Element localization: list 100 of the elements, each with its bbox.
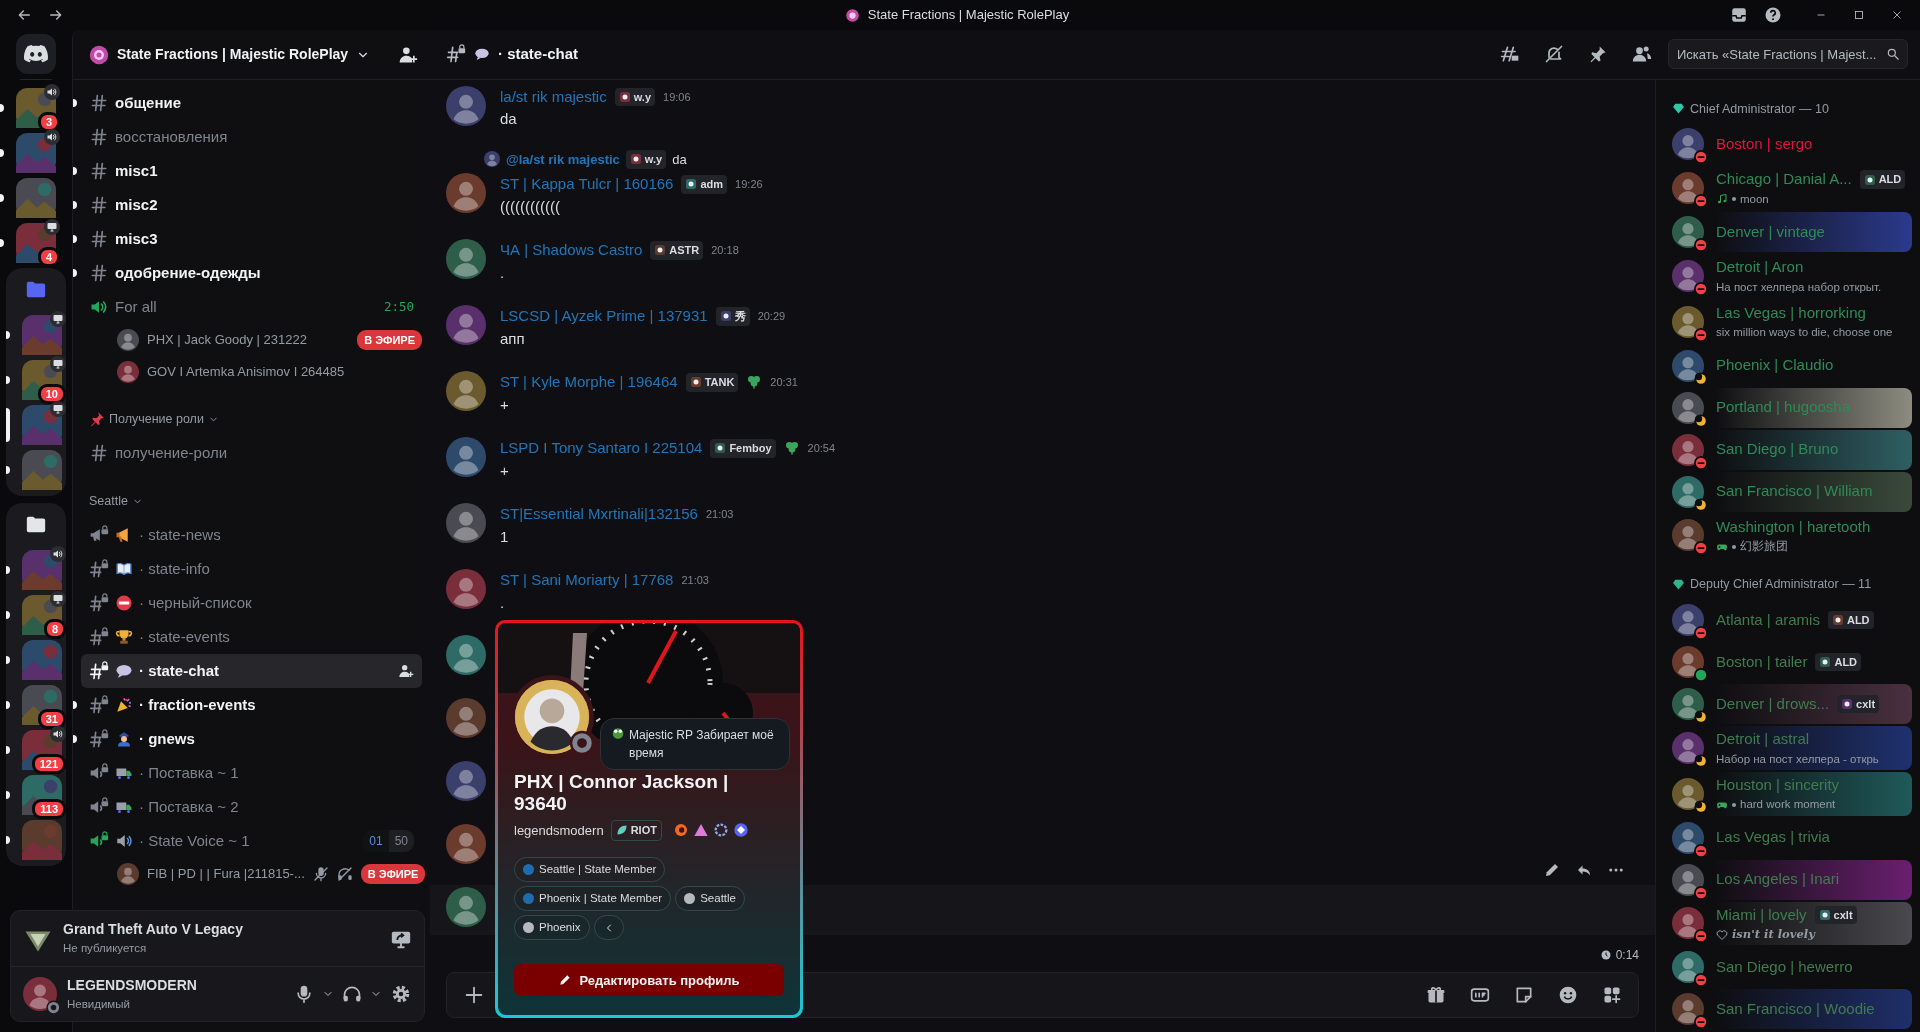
flame-badge-icon [672, 822, 689, 839]
headphones-icon[interactable] [342, 984, 362, 1004]
channel-item[interactable]: · state-info [81, 552, 422, 586]
channel-item[interactable]: общение [81, 86, 422, 120]
voice-member[interactable]: GOV I Artemka Anisimov I 264485 [73, 356, 430, 388]
message-author[interactable]: ST | Kyle Morphe | 196464 [500, 371, 678, 394]
message-text: . [500, 592, 506, 613]
hash-icon [89, 195, 109, 215]
member-item[interactable]: Detroit | Aron На пост хелпера набор открыт. [1666, 254, 1912, 298]
server-folder[interactable]: 10 [6, 268, 66, 496]
category-name[interactable]: Получение роли [109, 409, 204, 429]
members-icon[interactable] [1632, 44, 1652, 65]
server-name[interactable]: State Fractions | Majestic RolePlay [117, 44, 349, 65]
activity-text: На пост хелпера набор открыт. [1716, 279, 1882, 295]
mute-bell-icon[interactable] [1544, 44, 1564, 65]
leaf-icon [615, 824, 628, 837]
channel-item[interactable]: · Поставка ~ 2 [81, 790, 422, 824]
server-logo-icon [89, 44, 109, 65]
sticker-icon[interactable] [1514, 985, 1534, 1005]
channel-item[interactable]: · gnews [81, 722, 422, 756]
tag-icon [689, 376, 702, 389]
channel-item[interactable]: misc3 [81, 222, 422, 256]
user-tag: RIOT [610, 820, 662, 841]
member-name: San Diego | Bruno [1716, 439, 1839, 460]
channel-item[interactable]: получение-роли [81, 436, 422, 470]
voice-member[interactable]: PHX | Jack Goody | 231222 В ЭФИРЕ [73, 324, 430, 356]
activity-status: Не публикуется [63, 941, 148, 957]
tag-icon [1841, 698, 1854, 711]
help-icon[interactable] [1764, 6, 1782, 24]
channel-item[interactable]: восстановления [81, 120, 422, 154]
member-item[interactable]: San Diego | hewerro [1666, 947, 1912, 988]
hash-icon [89, 263, 109, 283]
display-name: PHX | Connor Jackson | 93640 [514, 770, 730, 817]
message-author[interactable]: LSPD I Tony Santaro I 225104 [500, 437, 703, 460]
channel-item[interactable]: · черный-список [81, 586, 422, 620]
channel-item[interactable]: · State Voice ~ 1 01 50 [81, 824, 422, 858]
back-arrow-icon[interactable] [16, 7, 32, 23]
member-item[interactable]: Las Vegas | horrorking six million ways to die, choose one [1666, 299, 1912, 344]
member-item[interactable]: Atlanta | aramis ALD [1666, 600, 1912, 641]
maximize-icon[interactable] [1852, 8, 1866, 22]
member-name: Houston | sincerity [1716, 774, 1840, 795]
channel-item[interactable]: · state-chat [81, 654, 422, 688]
user-tag: w.y [614, 87, 655, 107]
message-author[interactable]: ST | Sani Moriarty | 17768 [500, 569, 674, 592]
channel-item[interactable]: одобрение-одежды [81, 256, 422, 290]
avatar [1672, 821, 1704, 854]
microphone-icon[interactable] [294, 984, 314, 1004]
activity-text: hard work moment [1740, 797, 1836, 813]
channel-item[interactable]: misc2 [81, 188, 422, 222]
channel-item[interactable]: For all 2:50 [81, 290, 422, 324]
gift-icon[interactable] [1426, 985, 1446, 1005]
inbox-icon[interactable] [1730, 6, 1748, 24]
username: LEGENDSMODERN [67, 975, 197, 995]
member-item[interactable]: Las Vegas | trivia [1666, 817, 1912, 858]
edit-profile-button[interactable]: Редактировать профиль [514, 964, 784, 997]
home-button[interactable] [16, 34, 56, 74]
message-author[interactable]: LSCSD | Ayzek Prime | 137931 [500, 305, 708, 328]
pin-icon[interactable] [1588, 44, 1608, 65]
tag-icon [1819, 656, 1832, 669]
search-field[interactable]: Искать «State Fractions | Majest... [1668, 39, 1908, 70]
add-member-icon[interactable] [398, 663, 414, 679]
server-folder[interactable]: 8 31 121 113 [6, 503, 66, 866]
reply-author[interactable]: @la/st rik majestic [506, 149, 620, 170]
avatar [446, 824, 486, 865]
gif-icon[interactable] [1470, 985, 1490, 1005]
message-author[interactable]: ST|Essential Mxrtinali|132156 [500, 503, 698, 526]
member-item[interactable]: Chicago | Danial A... ALD moon [1666, 166, 1912, 211]
server-icon[interactable] [22, 315, 62, 355]
channel-item[interactable]: misc1 [81, 154, 422, 188]
add-attachment-icon[interactable] [463, 984, 485, 1006]
member-item[interactable]: Washington | haretooth 幻影旅团 [1666, 513, 1912, 558]
server-icon[interactable] [22, 405, 62, 445]
member-item[interactable]: Boston | sergo [1666, 124, 1912, 165]
settings-icon[interactable] [390, 983, 412, 1005]
channel-item[interactable]: · Поставка ~ 1 [81, 756, 422, 790]
avatar [446, 761, 486, 802]
message-time: 20:31 [770, 375, 798, 391]
category-name[interactable]: Seattle [89, 491, 128, 511]
tag-icon [618, 90, 631, 103]
server-logo-icon [844, 7, 860, 23]
reply-preview: da [672, 150, 687, 169]
voice-member[interactable]: FIB | PD | | Fura |211815-... В ЭФИРЕ [73, 858, 430, 890]
channel-item[interactable]: · state-events [81, 620, 422, 654]
message-author[interactable]: ST | Kappa Tulcr | 160166 [500, 173, 674, 196]
channel-item[interactable]: · fraction-events [81, 688, 422, 722]
dot-icon [1732, 197, 1736, 202]
avatar [484, 151, 500, 168]
message-author[interactable]: ЧА | Shadows Castro [500, 239, 643, 262]
message-time: 20:29 [757, 309, 786, 325]
forward-arrow-icon[interactable] [48, 7, 64, 23]
message-author[interactable]: la/st rik majestic [500, 85, 607, 109]
message-time: 20:54 [807, 441, 836, 457]
user-tag: TANK [685, 373, 739, 392]
channel-item[interactable]: · state-news [81, 518, 422, 552]
member-item[interactable]: Boston | tailer ALD [1666, 642, 1912, 683]
role-chip: Phoenix | State Member [514, 885, 672, 912]
emoji-icon[interactable] [1558, 985, 1578, 1005]
heart-icon [1716, 928, 1728, 941]
apps-icon[interactable] [1602, 985, 1622, 1005]
member-item[interactable]: Phoenix | Claudio [1666, 345, 1912, 386]
